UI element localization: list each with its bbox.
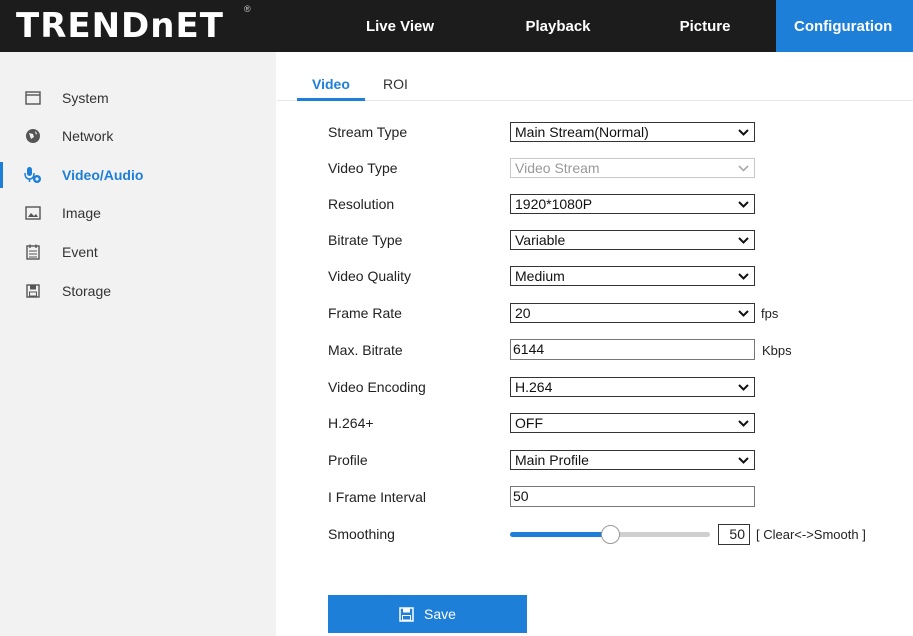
bitrate-type-value: Variable [515,232,566,248]
chevron-down-icon [738,420,749,427]
i-frame-interval-label: I Frame Interval [328,489,427,505]
floppy-icon [24,282,42,300]
video-quality-label: Video Quality [328,268,412,284]
chevron-down-icon [738,165,749,172]
smoothing-slider-fill [510,532,610,537]
chevron-down-icon [738,310,749,317]
trendnet-logo: TRENDnET [16,6,224,46]
smoothing-hint: [ Clear<->Smooth ] [756,527,866,542]
chevron-down-icon [738,201,749,208]
video-encoding-select[interactable]: H.264 [510,377,755,397]
save-button-label: Save [424,606,456,622]
profile-value: Main Profile [515,452,589,468]
profile-select[interactable]: Main Profile [510,450,755,470]
top-navigation-bar: TRENDnET ® Live View Playback Picture Co… [0,0,913,52]
h264plus-label: H.264+ [328,415,374,431]
stream-type-value: Main Stream(Normal) [515,124,649,140]
sidebar-item-label: Image [62,205,101,221]
bitrate-type-select[interactable]: Variable [510,230,755,250]
chevron-down-icon [738,457,749,464]
floppy-icon [399,606,414,622]
sidebar-item-label: System [62,90,109,106]
nav-configuration[interactable]: Configuration [776,0,913,52]
frame-rate-label: Frame Rate [328,305,402,321]
monitor-icon [24,89,42,107]
sidebar-item-system[interactable]: System [24,83,276,113]
sidebar-item-network[interactable]: Network [24,121,276,151]
resolution-label: Resolution [328,196,395,212]
chevron-down-icon [738,129,749,136]
max-bitrate-input[interactable]: 6144 [510,339,755,360]
video-encoding-label: Video Encoding [328,379,426,395]
bitrate-type-label: Bitrate Type [328,232,403,248]
chevron-down-icon [738,237,749,244]
microphone-icon [24,166,42,184]
stream-type-label: Stream Type [328,124,408,140]
save-button[interactable]: Save [328,595,527,633]
frame-rate-select[interactable]: 20 [510,303,755,323]
h264plus-value: OFF [515,415,543,431]
resolution-select[interactable]: 1920*1080P [510,194,755,214]
nav-live-view[interactable]: Live View [352,0,448,52]
nav-picture[interactable]: Picture [660,0,750,52]
registered-mark: ® [244,4,251,14]
smoothing-label: Smoothing [328,526,395,542]
sidebar-item-label: Video/Audio [62,167,144,183]
active-tab-indicator [297,98,365,101]
video-quality-value: Medium [515,268,565,284]
max-bitrate-unit: Kbps [762,343,792,358]
sidebar-item-storage[interactable]: Storage [24,276,276,306]
tab-roi[interactable]: ROI [383,76,408,92]
tab-divider [277,100,913,101]
sidebar-item-label: Storage [62,283,112,299]
sidebar: System Network Video/Audio Image Event S… [0,52,276,636]
image-icon [24,204,42,222]
profile-label: Profile [328,452,368,468]
sidebar-item-label: Event [62,244,98,260]
frame-rate-unit: fps [761,306,779,321]
video-encoding-value: H.264 [515,379,553,395]
sidebar-item-event[interactable]: Event [24,237,276,267]
video-type-select: Video Stream [510,158,755,178]
resolution-value: 1920*1080P [515,196,593,212]
chevron-down-icon [738,273,749,280]
video-type-label: Video Type [328,160,398,176]
globe-icon [24,127,42,145]
sidebar-item-video-audio[interactable]: Video/Audio [0,160,276,190]
stream-type-select[interactable]: Main Stream(Normal) [510,122,755,142]
chevron-down-icon [738,384,749,391]
nav-playback[interactable]: Playback [508,0,608,52]
h264plus-select[interactable]: OFF [510,413,755,433]
max-bitrate-label: Max. Bitrate [328,342,403,358]
sidebar-item-label: Network [62,128,114,144]
video-type-value: Video Stream [515,160,600,176]
calendar-icon [24,243,42,261]
i-frame-interval-input[interactable]: 50 [510,486,755,507]
video-quality-select[interactable]: Medium [510,266,755,286]
frame-rate-value: 20 [515,305,531,321]
smoothing-value-input[interactable]: 50 [718,524,750,545]
tab-video[interactable]: Video [312,76,350,92]
sidebar-item-image[interactable]: Image [24,198,276,228]
smoothing-slider-thumb[interactable] [600,525,620,544]
